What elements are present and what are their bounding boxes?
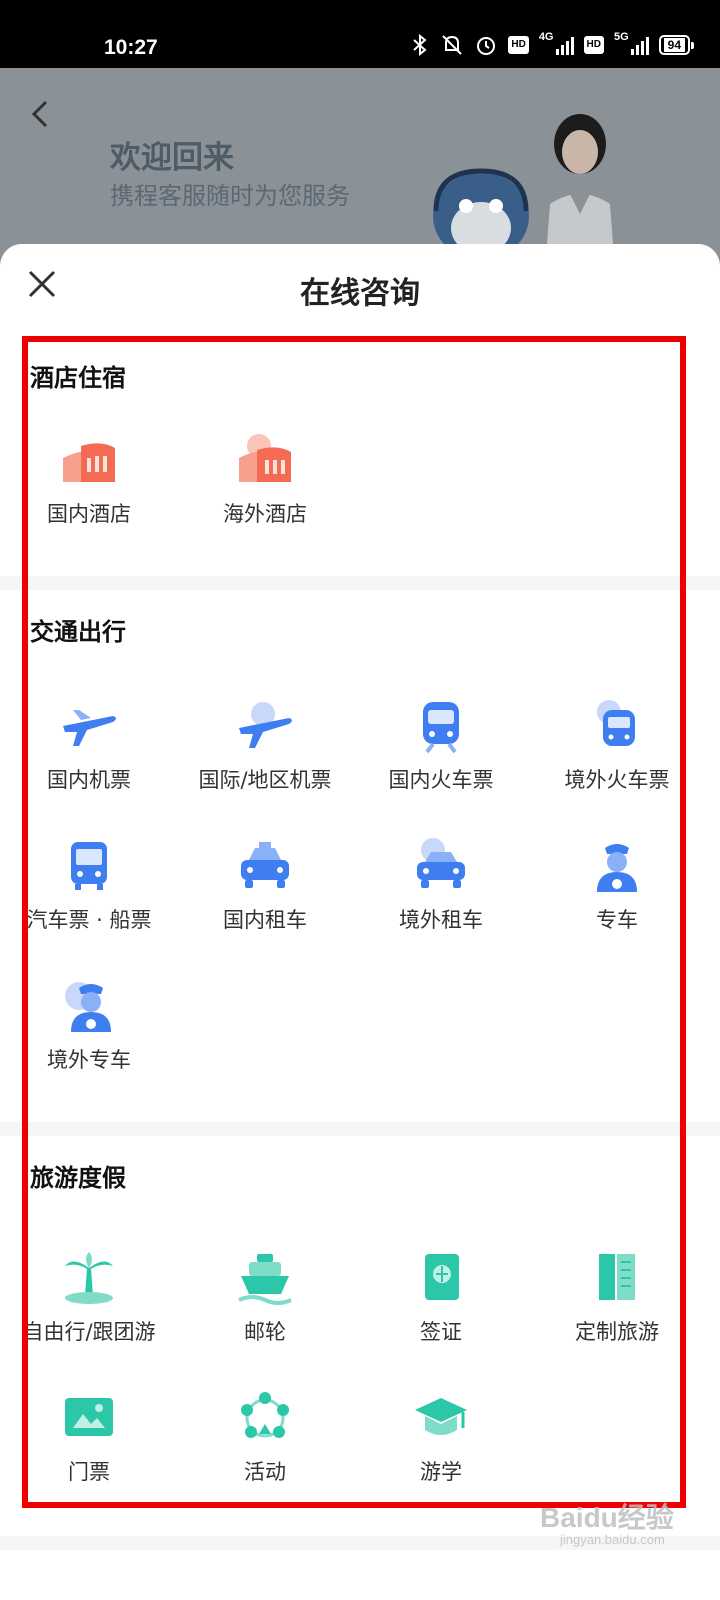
global-chauffeur-icon: [65, 982, 111, 1032]
service-item-overseas-private-car[interactable]: 境外专车: [0, 976, 178, 1074]
service-item-private-car[interactable]: 专车: [528, 836, 706, 934]
service-label: 专车: [596, 908, 638, 932]
train-icon: [423, 702, 459, 754]
signal-strength-icon-2: [630, 35, 649, 55]
service-label: 门票: [68, 1460, 110, 1484]
section-title-transport: 交通出行: [30, 618, 126, 646]
global-car-icon: [417, 838, 465, 888]
status-bar: 10:27 HD 4G HD 5G 94: [0, 0, 720, 68]
palm-tree-icon: [65, 1252, 113, 1304]
service-item-international-flight[interactable]: 国际/地区机票: [176, 696, 354, 794]
global-train-icon: [597, 700, 635, 746]
battery-icon: 94: [658, 35, 695, 55]
welcome-title: 欢迎回来: [110, 140, 234, 176]
section-divider: [0, 576, 720, 590]
service-item-overseas-hotel[interactable]: 海外酒店: [176, 430, 354, 528]
header-banner: 欢迎回来 携程客服随时为您服务: [0, 68, 720, 268]
service-label: 国内机票: [47, 768, 131, 792]
airplane-icon: [63, 710, 116, 746]
alarm-icon: [477, 37, 496, 55]
section-divider: [0, 1122, 720, 1136]
welcome-subtitle: 携程客服随时为您服务: [110, 182, 350, 210]
service-label: 国内火车票: [388, 768, 494, 792]
hd-badge: HD: [508, 36, 529, 54]
hotel-building-icon: [63, 443, 115, 482]
taxi-icon: [241, 842, 289, 888]
watermark-url: jingyan.baidu.com: [560, 1532, 665, 1547]
service-label: 境外专车: [47, 1048, 131, 1072]
network-4g-label: 4G: [538, 31, 554, 43]
chauffeur-icon: [597, 844, 637, 892]
service-label: 邮轮: [244, 1320, 286, 1344]
network-5g-label: 5G: [613, 31, 629, 43]
service-label: 自由行/跟团游: [22, 1320, 156, 1344]
service-label: 国际/地区机票: [198, 768, 332, 792]
global-airplane-icon: [239, 702, 292, 748]
activity-icon: [241, 1392, 289, 1438]
ticket-icon: [65, 1398, 113, 1436]
section-title-hotel: 酒店住宿: [30, 364, 126, 392]
section-vacation: 旅游度假 自由行/跟团游 邮轮 签证 定制旅游 门票 活动 游学: [0, 1136, 720, 1536]
section-transport: 交通出行 国内机票 国际/地区机票 国内火车票 境外火车票 汽车票 · 船票 国…: [0, 590, 720, 1122]
visa-passport-icon: [425, 1254, 459, 1300]
bluetooth-icon: [413, 34, 427, 56]
overseas-hotel-icon: [239, 434, 291, 482]
service-item-domestic-flight[interactable]: 国内机票: [0, 696, 178, 794]
service-item-cruise[interactable]: 邮轮: [176, 1248, 354, 1346]
service-label: 国内酒店: [47, 502, 131, 526]
status-icons: HD 4G HD 5G 94: [410, 31, 695, 56]
back-arrow-icon[interactable]: [22, 94, 62, 134]
battery-level: 94: [663, 38, 685, 52]
service-item-visa[interactable]: 签证: [352, 1248, 530, 1346]
service-item-ticket[interactable]: 门票: [0, 1388, 178, 1486]
service-label: 汽车票 · 船票: [26, 908, 152, 932]
hd-badge-2: HD: [583, 36, 604, 54]
cruise-ship-icon: [238, 1254, 292, 1305]
service-item-domestic-train[interactable]: 国内火车票: [352, 696, 530, 794]
section-title-vacation: 旅游度假: [30, 1164, 126, 1192]
watermark-logo: Baidu经验: [540, 1502, 674, 1533]
service-label: 签证: [420, 1320, 462, 1344]
online-consultation-sheet: 在线咨询 酒店住宿 国内酒店 海外酒店 交通出行 国内机票 国际/地区机票 国内…: [0, 244, 720, 1600]
signal-strength-icon: [555, 35, 574, 55]
service-item-activity[interactable]: 活动: [176, 1388, 354, 1486]
service-label: 境外火车票: [564, 768, 670, 792]
service-item-bus-ferry[interactable]: 汽车票 · 船票: [0, 836, 178, 934]
service-item-domestic-car-rental[interactable]: 国内租车: [176, 836, 354, 934]
service-label: 定制旅游: [575, 1320, 659, 1344]
service-label: 海外酒店: [223, 502, 307, 526]
service-item-custom-tour[interactable]: 定制旅游: [528, 1248, 706, 1346]
study-tour-icon: [415, 1398, 467, 1435]
custom-tour-icon: [599, 1254, 635, 1300]
mute-bell-icon: [442, 35, 463, 55]
section-hotel: 酒店住宿 国内酒店 海外酒店: [0, 336, 720, 576]
service-item-domestic-hotel[interactable]: 国内酒店: [0, 430, 178, 528]
service-item-overseas-car-rental[interactable]: 境外租车: [352, 836, 530, 934]
sheet-title: 在线咨询: [300, 276, 420, 311]
service-item-study-tour[interactable]: 游学: [352, 1388, 530, 1486]
status-time: 10:27: [104, 36, 158, 59]
service-item-tour-package[interactable]: 自由行/跟团游: [0, 1248, 178, 1346]
service-label: 活动: [244, 1460, 286, 1484]
service-label: 国内租车: [223, 908, 307, 932]
service-label: 游学: [420, 1460, 462, 1484]
service-item-overseas-train[interactable]: 境外火车票: [528, 696, 706, 794]
service-label: 境外租车: [399, 908, 483, 932]
bus-icon: [71, 842, 107, 890]
